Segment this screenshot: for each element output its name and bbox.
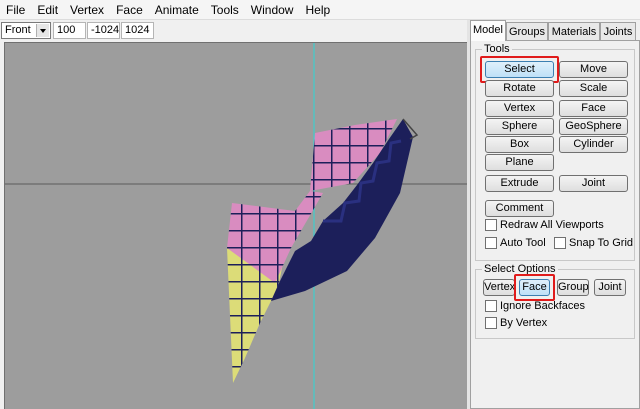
select-joint-button[interactable]: Joint [594, 279, 626, 296]
plane-tool-button[interactable]: Plane [485, 154, 554, 171]
menu-bar: File Edit Vertex Face Animate Tools Wind… [0, 0, 640, 20]
checkbox-box [485, 237, 497, 249]
checkbox-box [554, 237, 566, 249]
menu-window[interactable]: Window [245, 0, 300, 20]
menu-vertex[interactable]: Vertex [64, 0, 110, 20]
checkbox-box [485, 317, 497, 329]
menu-file[interactable]: File [0, 0, 31, 20]
cylinder-tool-button[interactable]: Cylinder [559, 136, 628, 153]
select-group-button[interactable]: Group [557, 279, 589, 296]
face-tool-button[interactable]: Face [559, 100, 628, 117]
tab-groups[interactable]: Groups [506, 22, 548, 42]
ignore-backfaces-checkbox[interactable]: Ignore Backfaces [485, 300, 585, 312]
select-options-label: Select Options [482, 262, 558, 276]
move-tool-button[interactable]: Move [559, 61, 628, 78]
menu-face[interactable]: Face [110, 0, 149, 20]
select-tool-button[interactable]: Select [485, 61, 554, 78]
joint-tool-button[interactable]: Joint [559, 175, 628, 192]
select-options-group: Select Options Vertex Face Group Joint I… [475, 262, 635, 339]
redraw-all-viewports-label: Redraw All Viewports [500, 219, 604, 231]
rotate-tool-button[interactable]: Rotate [485, 80, 554, 97]
model-viewport[interactable] [4, 42, 467, 409]
vertex-tool-button[interactable]: Vertex [485, 100, 554, 117]
view-direction-select[interactable]: Front [1, 22, 51, 39]
menu-edit[interactable]: Edit [31, 0, 64, 20]
scale-tool-button[interactable]: Scale [559, 80, 628, 97]
viewport-toolbar: Front 100 -1024 1024 [0, 20, 468, 41]
tab-joints[interactable]: Joints [600, 22, 636, 42]
tab-materials[interactable]: Materials [548, 22, 600, 42]
select-face-button[interactable]: Face [519, 279, 550, 296]
viewport-canvas [5, 43, 467, 409]
checkbox-box [485, 300, 497, 312]
select-vertex-button[interactable]: Vertex [483, 279, 515, 296]
view-direction-value: Front [5, 24, 31, 36]
coord-field-1[interactable]: 100 [53, 22, 86, 39]
comment-tool-button[interactable]: Comment [485, 200, 554, 217]
box-tool-button[interactable]: Box [485, 136, 554, 153]
coord-field-3[interactable]: 1024 [121, 22, 154, 39]
snap-to-grid-checkbox[interactable]: Snap To Grid [554, 237, 633, 249]
by-vertex-label: By Vertex [500, 317, 548, 329]
sphere-tool-button[interactable]: Sphere [485, 118, 554, 135]
tools-group: Tools Select Move Rotate Scale Vertex Fa… [475, 42, 635, 261]
menu-animate[interactable]: Animate [149, 0, 205, 20]
menu-tools[interactable]: Tools [205, 0, 245, 20]
checkbox-box [485, 219, 497, 231]
tab-model[interactable]: Model [470, 20, 506, 41]
chevron-down-icon [36, 24, 49, 37]
panel-tabs: Model Groups Materials Joints [470, 20, 640, 42]
coord-field-2[interactable]: -1024 [87, 22, 120, 39]
tools-group-label: Tools [482, 42, 512, 56]
auto-tool-checkbox[interactable]: Auto Tool [485, 237, 546, 249]
geosphere-tool-button[interactable]: GeoSphere [559, 118, 628, 135]
ignore-backfaces-label: Ignore Backfaces [500, 300, 585, 312]
extrude-tool-button[interactable]: Extrude [485, 175, 554, 192]
snap-to-grid-label: Snap To Grid [569, 237, 634, 249]
menu-help[interactable]: Help [299, 0, 336, 20]
redraw-all-viewports-checkbox[interactable]: Redraw All Viewports [485, 219, 604, 231]
model-panel: Tools Select Move Rotate Scale Vertex Fa… [470, 40, 640, 409]
auto-tool-label: Auto Tool [500, 237, 546, 249]
by-vertex-checkbox[interactable]: By Vertex [485, 317, 547, 329]
